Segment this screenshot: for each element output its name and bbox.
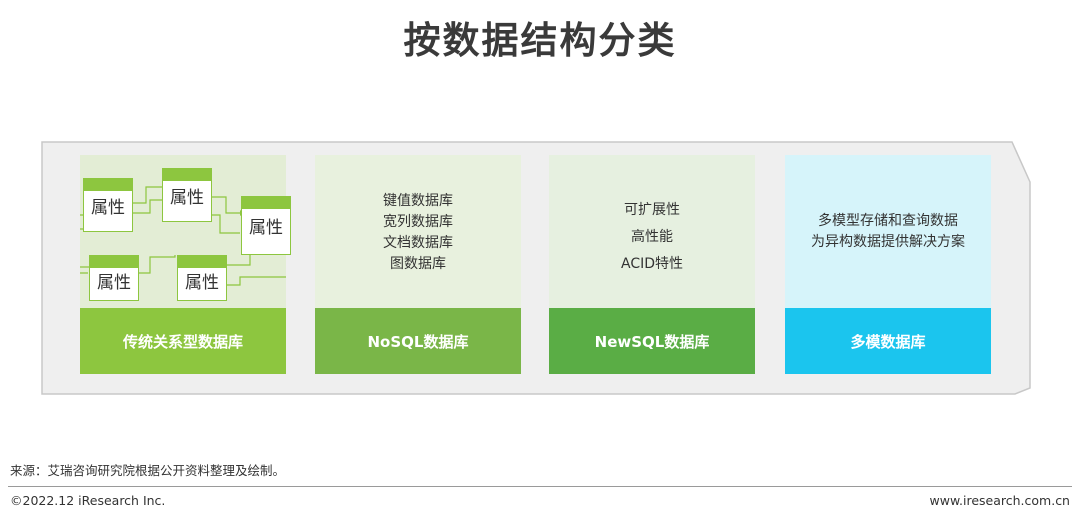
nosql-feature-item: 图数据库	[390, 256, 446, 272]
entity-box: 属性	[241, 196, 291, 255]
multimodel-feature-area: 多模型存储和查询数据 为异构数据提供解决方案	[785, 155, 991, 308]
nosql-feature-item: 宽列数据库	[383, 214, 453, 230]
card-label-newsql: NewSQL数据库	[549, 308, 755, 374]
nosql-feature-list: 键值数据库 宽列数据库 文档数据库 图数据库	[315, 191, 521, 275]
newsql-feature-item: ACID特性	[620, 256, 683, 272]
entity-box: 属性	[89, 255, 139, 301]
card-nosql-db: 键值数据库 宽列数据库 文档数据库 图数据库 NoSQL数据库	[315, 155, 521, 374]
multimodel-feature-list: 多模型存储和查询数据 为异构数据提供解决方案	[785, 211, 991, 253]
newsql-feature-area: 可扩展性 高性能 ACID特性	[549, 155, 755, 308]
card-relational-db: 属性 属性 属性 属性 属性 传统关系型数据库	[80, 155, 291, 374]
multimodel-feature-item: 多模型存储和查询数据	[818, 213, 958, 229]
website-link[interactable]: www.iresearch.com.cn	[930, 493, 1071, 508]
card-multimodel-db: 多模型存储和查询数据 为异构数据提供解决方案 多模数据库	[785, 155, 991, 374]
entity-attribute-label: 属性	[185, 273, 219, 293]
nosql-feature-item: 文档数据库	[383, 235, 453, 251]
entity-attribute-label: 属性	[249, 218, 283, 238]
nosql-feature-item: 键值数据库	[383, 193, 453, 209]
newsql-feature-item: 可扩展性	[624, 202, 680, 218]
entity-attribute-label: 属性	[91, 198, 125, 218]
card-label-nosql: NoSQL数据库	[315, 308, 521, 374]
card-newsql-db: 可扩展性 高性能 ACID特性 NewSQL数据库	[549, 155, 755, 374]
entity-box: 属性	[83, 178, 133, 232]
newsql-feature-item: 高性能	[631, 229, 673, 245]
source-note: 来源：艾瑞咨询研究院根据公开资料整理及绘制。	[10, 463, 286, 478]
newsql-feature-list: 可扩展性 高性能 ACID特性	[549, 197, 755, 278]
footer-divider	[8, 486, 1072, 487]
card-label-relational: 传统关系型数据库	[80, 308, 286, 374]
entity-attribute-label: 属性	[97, 273, 131, 293]
copyright-text: ©2022.12 iResearch Inc.	[10, 493, 166, 508]
entity-attribute-label: 属性	[170, 188, 204, 208]
entity-box: 属性	[162, 168, 212, 222]
relational-diagram-area: 属性 属性 属性 属性 属性	[80, 155, 291, 308]
card-label-multimodel: 多模数据库	[785, 308, 991, 374]
multimodel-feature-item: 为异构数据提供解决方案	[811, 234, 965, 250]
nosql-feature-area: 键值数据库 宽列数据库 文档数据库 图数据库	[315, 155, 521, 308]
entity-box: 属性	[177, 255, 227, 301]
